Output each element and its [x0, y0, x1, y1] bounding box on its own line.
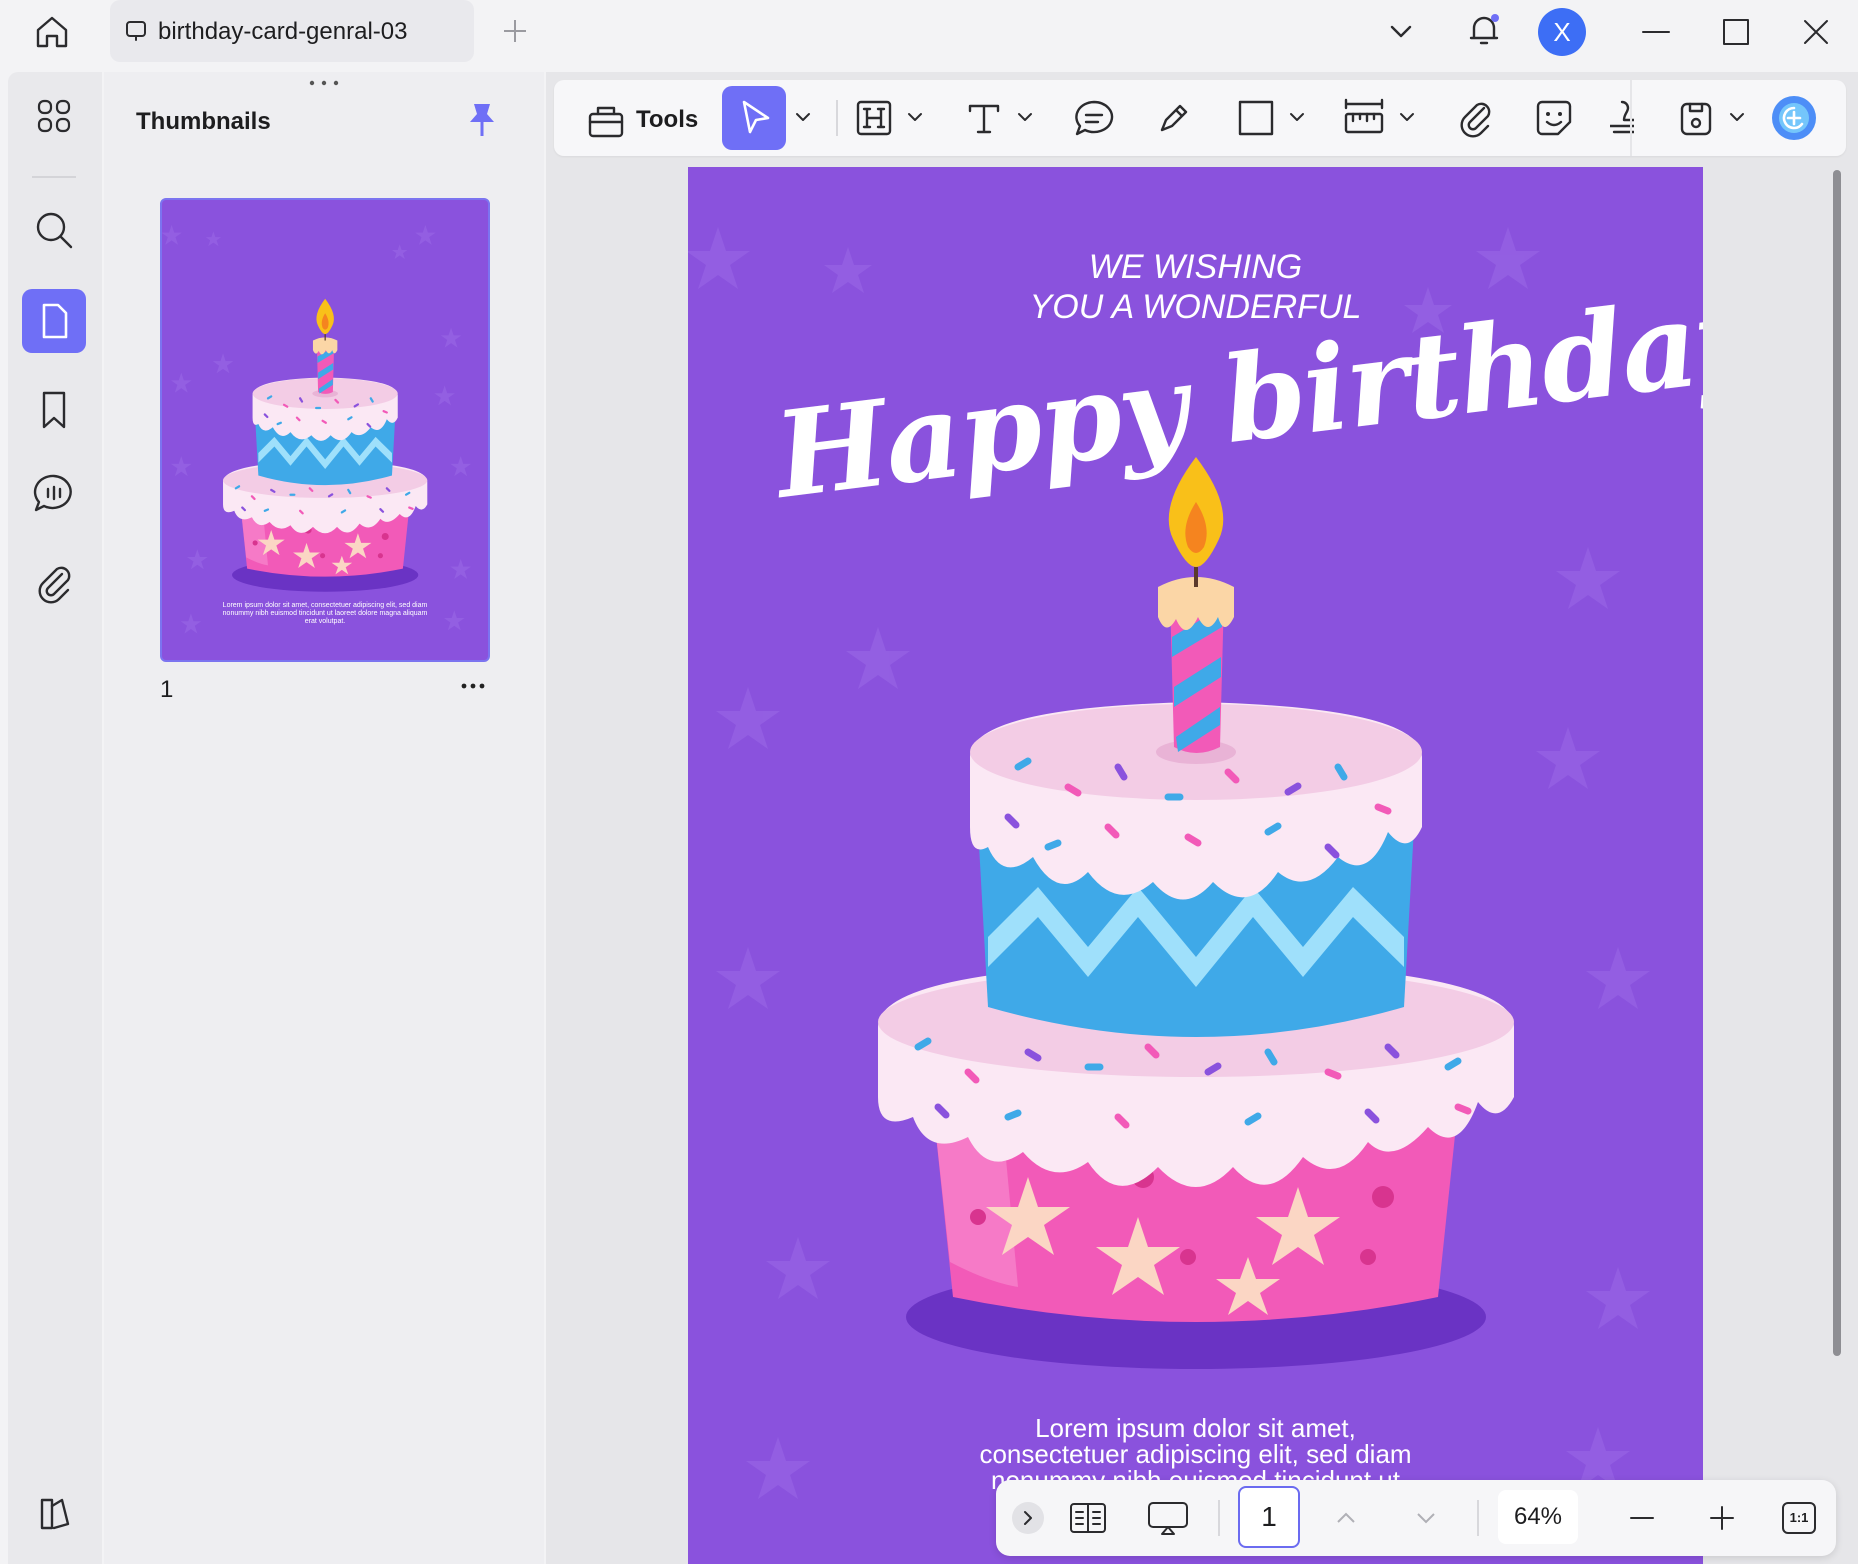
bookmark-icon[interactable] — [22, 378, 86, 442]
text-tool-icon[interactable] — [964, 98, 1004, 138]
minimize-icon[interactable] — [1640, 16, 1672, 48]
title-bar: birthday-card-genral-03 X — [0, 0, 1858, 64]
zoom-in-icon[interactable] — [1706, 1502, 1738, 1534]
next-page-icon[interactable] — [1410, 1502, 1442, 1534]
notification-bell-icon[interactable] — [1464, 10, 1504, 50]
theme-toggle-icon[interactable] — [22, 1482, 86, 1546]
left-rail — [8, 72, 102, 1564]
page-thumbnail[interactable]: WE WISHING YOU A WONDERFUL Happy birthda… — [160, 198, 490, 662]
pages-icon[interactable] — [22, 289, 86, 353]
nav-divider — [1477, 1500, 1479, 1536]
toolbox-icon — [586, 100, 626, 140]
thumb-body-text: Lorem ipsum dolor sit amet, consectetuer… — [222, 602, 428, 625]
search-icon[interactable] — [22, 198, 86, 262]
comment-tool-icon[interactable] — [1072, 98, 1116, 138]
user-avatar[interactable]: X — [1538, 8, 1586, 56]
collapse-nav-button[interactable] — [1012, 1502, 1044, 1534]
tools-button[interactable]: Tools — [562, 86, 712, 150]
presentation-icon[interactable] — [1146, 1498, 1190, 1538]
card-body-line-1: Lorem ipsum dolor sit amet, — [1035, 1413, 1356, 1443]
rectangle-tool-icon[interactable] — [1236, 98, 1276, 138]
save-icon[interactable] — [1676, 98, 1716, 138]
document-tab[interactable]: birthday-card-genral-03 — [110, 0, 474, 62]
nav-divider — [1218, 1500, 1220, 1536]
sticker-icon[interactable] — [1534, 98, 1574, 138]
attach-file-icon[interactable] — [1456, 98, 1496, 138]
annotation-toolbar: Tools — [554, 80, 1846, 156]
actual-size-button[interactable]: 1:1 — [1782, 1502, 1816, 1534]
attachment-icon[interactable] — [22, 550, 86, 614]
pin-icon[interactable] — [464, 100, 500, 140]
panel-title: Thumbnails — [136, 108, 271, 135]
vertical-scrollbar[interactable] — [1833, 170, 1841, 1356]
grid-apps-icon[interactable] — [22, 84, 86, 148]
chevron-right-icon — [1024, 1511, 1032, 1525]
page-number-input[interactable]: 1 — [1238, 1486, 1300, 1548]
zoom-level[interactable]: 64% — [1498, 1490, 1578, 1544]
chevron-down-icon[interactable] — [1386, 16, 1416, 46]
thumb-cake-illustration — [162, 204, 488, 656]
tools-label: Tools — [636, 106, 699, 133]
maximize-icon[interactable] — [1720, 16, 1752, 48]
ai-assistant-icon[interactable] — [1770, 94, 1818, 142]
cursor-arrow-icon — [742, 100, 770, 134]
card-body-line-2: consectetuer adipiscing elit, sed diam — [979, 1439, 1412, 1469]
chevron-down-icon[interactable] — [1396, 106, 1418, 128]
toolbar-divider — [836, 100, 838, 136]
measure-tool-icon[interactable] — [1342, 98, 1386, 138]
chevron-down-icon[interactable] — [904, 106, 926, 128]
panel-drag-handle[interactable] — [304, 78, 344, 88]
chevron-down-icon[interactable] — [792, 106, 814, 128]
more-options-icon[interactable] — [458, 676, 488, 696]
zoom-out-icon[interactable] — [1626, 1502, 1658, 1534]
new-tab-icon[interactable] — [500, 16, 530, 46]
thumbnail-page-number: 1 — [160, 676, 174, 703]
toolbar-divider — [1630, 80, 1632, 156]
chevron-down-icon[interactable] — [1726, 106, 1748, 128]
chevron-down-icon[interactable] — [1286, 106, 1308, 128]
pdf-page[interactable]: WE WISHING YOU A WONDERFUL Happy birthda… — [688, 167, 1703, 1564]
cloud-file-icon — [124, 18, 150, 44]
page-layout-icon[interactable] — [1068, 1498, 1108, 1538]
close-icon[interactable] — [1800, 16, 1832, 48]
chevron-down-icon[interactable] — [1014, 106, 1036, 128]
pen-tool-icon[interactable] — [1154, 98, 1194, 138]
home-icon[interactable] — [32, 12, 72, 52]
previous-page-icon[interactable] — [1330, 1502, 1362, 1534]
rail-divider — [32, 176, 76, 178]
page-navigation-bar: 1 64% 1:1 — [996, 1480, 1836, 1556]
highlight-text-icon[interactable] — [854, 98, 894, 138]
comments-icon[interactable] — [22, 462, 86, 526]
thumbnails-panel: Thumbnails WE WISHING YOU A WONDERFUL Ha… — [104, 72, 544, 1564]
card-heading-line-1: WE WISHING — [1088, 248, 1303, 286]
tab-title: birthday-card-genral-03 — [158, 18, 408, 45]
select-tool-button[interactable] — [722, 86, 786, 150]
